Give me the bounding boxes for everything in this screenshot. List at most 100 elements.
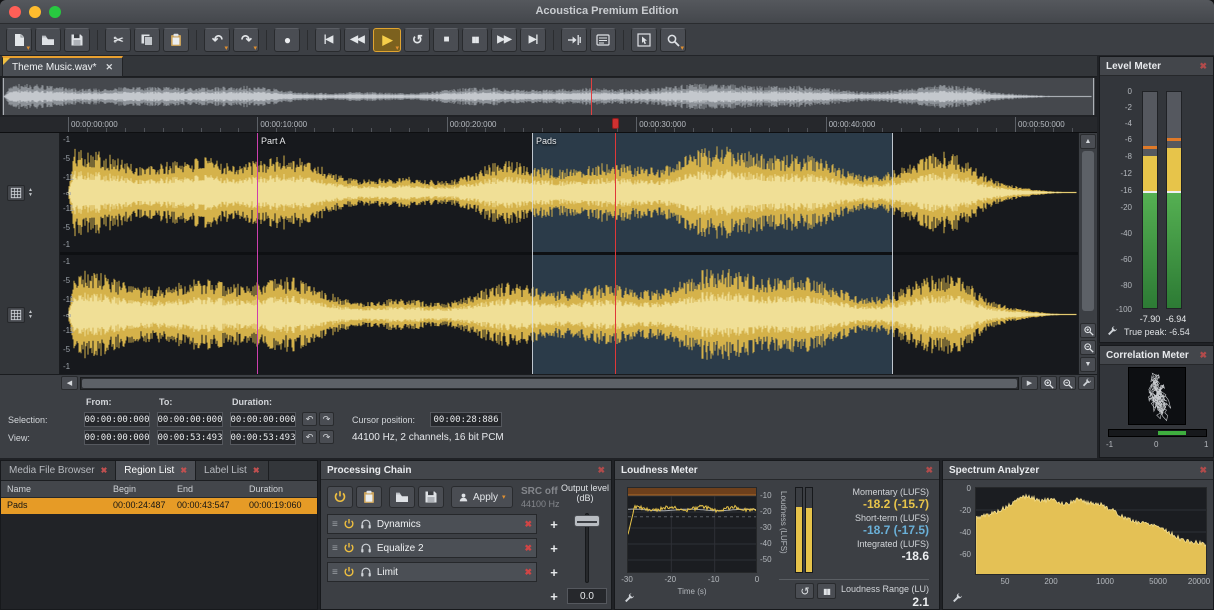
chain-item-equalize-2[interactable]: ≡Equalize 2✖ <box>327 538 537 558</box>
marker-line[interactable] <box>257 133 258 374</box>
power-icon[interactable] <box>343 565 355 579</box>
view-to-field[interactable]: 00:00:53:493 <box>157 430 223 445</box>
vertical-scrollbar[interactable]: ▲ ▼ <box>1078 133 1097 374</box>
wrench-icon[interactable] <box>623 593 635 605</box>
region-row-selected[interactable]: Pads00:00:24:48700:00:43:54700:00:19:060 <box>1 498 317 514</box>
overview-waveform[interactable] <box>1 77 1096 116</box>
dropdown-icon[interactable]: ▾ <box>253 45 257 52</box>
selection-end-edge[interactable] <box>892 133 893 374</box>
apply-button[interactable]: Apply ▾ <box>451 486 513 508</box>
copy-button[interactable] <box>134 28 160 52</box>
waveform-settings-button[interactable] <box>1078 376 1095 390</box>
close-icon[interactable]: ✖ <box>180 466 187 475</box>
cut-button[interactable]: ✂ <box>105 28 131 52</box>
scroll-up-button[interactable]: ▲ <box>1080 134 1096 149</box>
stop-button[interactable]: ■ <box>433 28 459 52</box>
chain-open-button[interactable] <box>389 486 415 508</box>
wrench-icon[interactable] <box>951 593 963 605</box>
region-list-body[interactable] <box>1 514 317 609</box>
remove-icon[interactable]: ✖ <box>524 543 532 554</box>
chain-save-button[interactable] <box>418 486 444 508</box>
chain-item-limit[interactable]: ≡Limit✖ <box>327 562 537 582</box>
timeline-ruler[interactable]: 00:00:00:00000:00:10:00000:00:20:00000:0… <box>0 117 1097 133</box>
undo-button[interactable]: ↶▾ <box>204 28 230 52</box>
zoom-in-button[interactable] <box>1040 376 1057 390</box>
horizontal-scrollbar[interactable] <box>80 377 1019 390</box>
browser-tab-media-file-browser[interactable]: Media File Browser✖ <box>1 461 116 480</box>
output-level-value[interactable]: 0.0 <box>567 588 607 604</box>
wrench-icon[interactable] <box>1106 326 1118 338</box>
goto-end-button[interactable]: ▶| <box>520 28 546 52</box>
drag-handle-icon[interactable]: ≡ <box>332 519 338 530</box>
scroll-left-button[interactable]: ◀ <box>61 376 78 390</box>
play-button[interactable]: ▶▾ <box>373 28 401 52</box>
view-start-edge[interactable] <box>3 78 4 115</box>
browser-tab-label-list[interactable]: Label List✖ <box>196 461 269 480</box>
redo-button[interactable]: ↷▾ <box>233 28 259 52</box>
drag-handle-icon[interactable]: ≡ <box>332 543 338 554</box>
reset-meter-button[interactable]: ↺ <box>795 583 814 599</box>
power-icon[interactable] <box>343 517 355 531</box>
selection-start-edge[interactable] <box>532 133 533 374</box>
rewind-button[interactable]: ◀◀ <box>344 28 370 52</box>
zoom-out-button[interactable] <box>1059 376 1076 390</box>
record-button[interactable]: ● <box>274 28 300 52</box>
headphones-icon[interactable] <box>360 517 372 531</box>
output-fader-thumb[interactable] <box>574 515 600 527</box>
vertical-zoom-out-button[interactable] <box>1080 340 1096 355</box>
add-effect-button[interactable]: + <box>545 587 563 605</box>
close-icon[interactable]: ✖ <box>597 465 605 476</box>
remove-icon[interactable]: ✖ <box>524 567 532 578</box>
view-duration-field[interactable]: 00:00:53:493 <box>230 430 296 445</box>
vertical-zoom-in-button[interactable] <box>1080 323 1096 338</box>
waveform-display[interactable]: Part A Pads -1-5-11-∞-11-5-1-1-5-11-∞-11… <box>60 133 1078 374</box>
channel-resize-handle[interactable]: ▲▼ <box>28 188 33 199</box>
new-file-button[interactable]: ▾ <box>6 28 32 52</box>
save-button[interactable] <box>64 28 90 52</box>
dropdown-icon[interactable]: ▾ <box>26 45 30 52</box>
selection-duration-field[interactable]: 00:00:00:000 <box>230 412 296 427</box>
column-header[interactable]: End <box>177 484 193 494</box>
zoom-tool-button[interactable]: ▾ <box>660 28 686 52</box>
show-lists-button[interactable] <box>590 28 616 52</box>
drag-handle-icon[interactable]: ≡ <box>332 567 338 578</box>
vertical-scroll-thumb[interactable] <box>1082 151 1094 311</box>
dropdown-icon[interactable]: ▾ <box>395 45 399 52</box>
headphones-icon[interactable] <box>360 565 372 579</box>
open-file-button[interactable] <box>35 28 61 52</box>
view-end-edge[interactable] <box>1093 78 1094 115</box>
headphones-icon[interactable] <box>360 541 372 555</box>
dropdown-icon[interactable]: ▾ <box>680 45 684 52</box>
scroll-right-button[interactable]: ▶ <box>1021 376 1038 390</box>
horizontal-scroll-thumb[interactable] <box>82 379 1017 388</box>
column-header[interactable]: Begin <box>113 484 136 494</box>
redo-view-button[interactable]: ↷ <box>319 430 334 444</box>
restore-selection-button[interactable]: ↶ <box>302 412 317 426</box>
add-effect-button[interactable]: + <box>545 539 563 557</box>
close-icon[interactable]: ✕ <box>105 62 113 73</box>
channel-resize-handle[interactable]: ▲▼ <box>28 310 33 321</box>
column-header[interactable]: Duration <box>249 484 283 494</box>
remove-icon[interactable]: ✖ <box>524 519 532 530</box>
dropdown-icon[interactable]: ▾ <box>224 45 228 52</box>
follow-playback-button[interactable] <box>561 28 587 52</box>
channel-options-button[interactable] <box>7 307 25 323</box>
file-tab[interactable]: Theme Music.wav* ✕ <box>2 56 123 77</box>
column-header[interactable]: Name <box>7 484 31 494</box>
selection-from-field[interactable]: 00:00:00:000 <box>84 412 150 427</box>
close-icon[interactable]: ✖ <box>1199 61 1207 72</box>
close-icon[interactable]: ✖ <box>1199 465 1207 476</box>
chain-item-dynamics[interactable]: ≡Dynamics✖ <box>327 514 537 534</box>
dropdown-icon[interactable]: ▾ <box>502 493 506 501</box>
pause-button[interactable]: ▮▮ <box>462 28 488 52</box>
loop-button[interactable]: ↺ <box>404 28 430 52</box>
close-icon[interactable]: ✖ <box>101 466 108 475</box>
paste-button[interactable] <box>163 28 189 52</box>
chain-copy-button[interactable] <box>356 486 382 508</box>
pause-meter-button[interactable]: ▮▮ <box>817 583 836 599</box>
channel-options-button[interactable] <box>7 185 25 201</box>
close-icon[interactable]: ✖ <box>1199 350 1207 361</box>
cursor-position-field[interactable]: 00:00:28:886 <box>430 412 502 427</box>
close-icon[interactable]: ✖ <box>253 466 260 475</box>
add-effect-button[interactable]: + <box>545 515 563 533</box>
